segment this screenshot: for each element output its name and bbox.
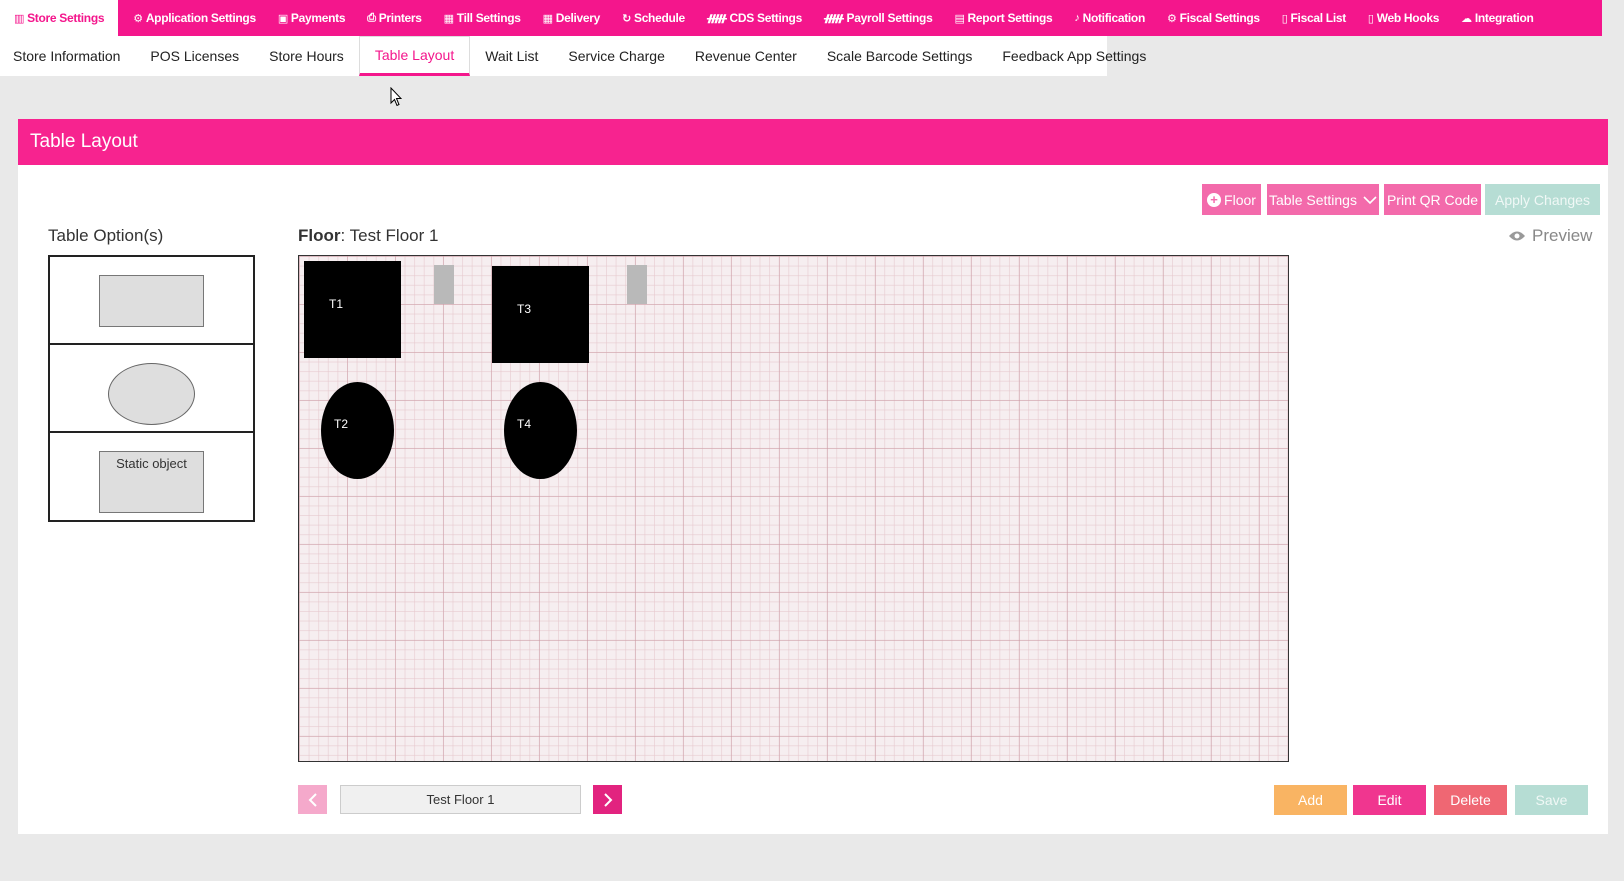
topnav-till-settings[interactable]: ▦ Till Settings bbox=[433, 0, 532, 36]
option-ellipse-cell[interactable] bbox=[50, 345, 253, 433]
topnav-web-hooks[interactable]: ▯ Web Hooks bbox=[1357, 0, 1450, 36]
floor-name-field[interactable]: Test Floor 1 bbox=[340, 785, 581, 814]
topnav-integration[interactable]: ☁ Integration bbox=[1450, 0, 1544, 36]
table-settings-dropdown[interactable]: Table Settings bbox=[1267, 184, 1379, 215]
bell-icon: ♪ bbox=[1074, 12, 1080, 24]
option-rectangle-cell[interactable] bbox=[50, 257, 253, 345]
tab-revenue-center[interactable]: Revenue Center bbox=[680, 36, 812, 76]
floor-label: Floor: Test Floor 1 bbox=[298, 226, 439, 245]
gears-icon: ⚙ bbox=[1167, 12, 1177, 25]
cloud-icon: ☁ bbox=[1461, 12, 1472, 25]
refresh-icon: ↻ bbox=[622, 12, 631, 25]
printer-icon: ⎙ bbox=[367, 11, 376, 24]
topnav-printers[interactable]: ⎙ Printers bbox=[356, 0, 432, 36]
money-icon: ▣ bbox=[277, 12, 288, 25]
eye-icon bbox=[1509, 231, 1525, 241]
topnav-store-settings[interactable]: ▥ Store Settings bbox=[0, 0, 119, 36]
tab-store-information[interactable]: Store Information bbox=[0, 36, 135, 76]
rectangle-table-option[interactable] bbox=[99, 275, 204, 327]
topnav-delivery[interactable]: ▦ Delivery bbox=[532, 0, 611, 36]
chair-icon: ᚏ bbox=[706, 12, 727, 25]
tab-service-charge[interactable]: Service Charge bbox=[553, 36, 680, 76]
topnav-fiscal-settings[interactable]: ⚙ Fiscal Settings bbox=[1156, 0, 1271, 36]
delete-button[interactable]: Delete bbox=[1434, 785, 1507, 815]
table-t4[interactable]: T4 bbox=[504, 382, 577, 479]
topnav-schedule[interactable]: ↻ Schedule bbox=[611, 0, 696, 36]
topnav-payroll-settings[interactable]: ᚏ Payroll Settings bbox=[813, 0, 944, 36]
add-button[interactable]: Add bbox=[1274, 785, 1347, 815]
static-object-option[interactable]: Static object bbox=[99, 451, 204, 513]
tab-feedback-app-settings[interactable]: Feedback App Settings bbox=[987, 36, 1161, 76]
tab-wait-list[interactable]: Wait List bbox=[470, 36, 553, 76]
preview-button[interactable]: Preview bbox=[1508, 226, 1592, 246]
add-floor-button[interactable]: + Floor bbox=[1202, 184, 1261, 215]
table-t3[interactable]: T3 bbox=[492, 266, 589, 363]
static-object[interactable] bbox=[434, 265, 454, 304]
top-nav: ▥ Store Settings ⚙ Application Settings ▣ P… bbox=[0, 0, 1602, 36]
sub-nav: Store Information POS Licenses Store Hou… bbox=[0, 36, 1146, 76]
floor-plan-canvas[interactable]: T1 T3 T2 T4 bbox=[298, 255, 1289, 762]
topnav-cds-settings[interactable]: ᚏ CDS Settings bbox=[696, 0, 813, 36]
plus-circle-icon: + bbox=[1207, 192, 1222, 207]
card-title: Table Layout bbox=[18, 119, 1608, 165]
table-options-label: Table Option(s) bbox=[48, 226, 164, 245]
static-object[interactable] bbox=[627, 265, 647, 304]
mouse-cursor-icon bbox=[390, 87, 402, 107]
table-t2[interactable]: T2 bbox=[321, 382, 394, 479]
topnav-fiscal-list[interactable]: ▯ Fiscal List bbox=[1271, 0, 1357, 36]
option-static-cell[interactable]: Static object bbox=[50, 433, 253, 521]
gears-icon: ⚙ bbox=[133, 12, 143, 25]
previous-floor-button[interactable] bbox=[298, 785, 327, 814]
file-icon: ▯ bbox=[1281, 12, 1288, 25]
topnav-report-settings[interactable]: ▤ Report Settings bbox=[943, 0, 1063, 36]
edit-button[interactable]: Edit bbox=[1353, 785, 1426, 815]
calculator-icon: ▦ bbox=[443, 12, 454, 25]
table-layout-card: Table Layout + Floor Table Settings Prin… bbox=[18, 119, 1608, 834]
store-icon: ▥ bbox=[14, 12, 25, 25]
tab-store-hours[interactable]: Store Hours bbox=[254, 36, 359, 76]
tab-table-layout[interactable]: Table Layout bbox=[358, 36, 471, 76]
tab-pos-licenses[interactable]: POS Licenses bbox=[135, 36, 254, 76]
report-icon: ▤ bbox=[954, 12, 965, 25]
apply-changes-button[interactable]: Apply Changes bbox=[1485, 184, 1600, 215]
tab-scale-barcode-settings[interactable]: Scale Barcode Settings bbox=[812, 36, 988, 76]
topnav-application-settings[interactable]: ⚙ Application Settings bbox=[122, 0, 267, 36]
topnav-notification[interactable]: ♪ Notification bbox=[1063, 0, 1156, 36]
next-floor-button[interactable] bbox=[593, 785, 622, 814]
chevron-right-icon bbox=[603, 792, 612, 807]
chair-icon: ᚏ bbox=[823, 12, 844, 25]
topnav-payments[interactable]: ▣ Payments bbox=[267, 0, 356, 36]
truck-icon: ▦ bbox=[542, 12, 553, 25]
chevron-down-icon bbox=[1363, 195, 1377, 204]
round-table-option[interactable] bbox=[108, 363, 195, 425]
table-t1[interactable]: T1 bbox=[304, 261, 401, 358]
file-icon: ▯ bbox=[1367, 12, 1374, 25]
chevron-left-icon bbox=[308, 792, 317, 807]
table-options-panel: Static object bbox=[48, 255, 255, 522]
save-button[interactable]: Save bbox=[1515, 785, 1588, 815]
print-qr-code-button[interactable]: Print QR Code bbox=[1384, 184, 1481, 215]
